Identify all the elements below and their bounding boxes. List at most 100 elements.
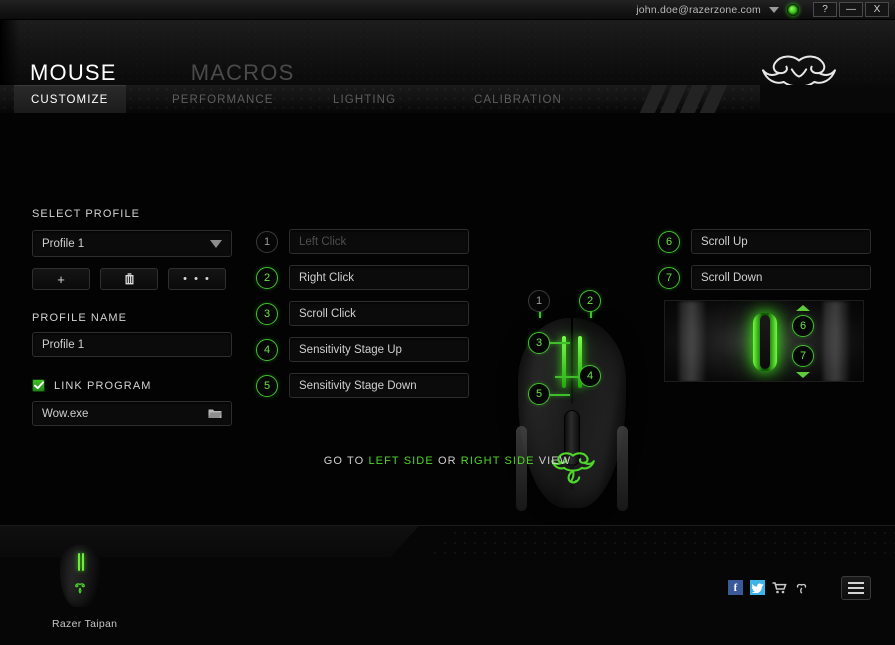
goto-view-line: GO TO LEFT SIDE OR RIGHT SIDE VIEW (0, 455, 895, 467)
assignment-sensitivity-down[interactable]: Sensitivity Stage Down (289, 373, 469, 398)
razer-star-icon[interactable] (794, 580, 809, 595)
profile-name-label: PROFILE NAME (32, 312, 128, 324)
diagram-badge-4[interactable]: 4 (579, 365, 601, 387)
main-content: SELECT PROFILE Profile 1 + • • • PROFILE… (0, 113, 895, 525)
chevron-down-icon[interactable] (769, 6, 779, 13)
device-thumbnail[interactable] (60, 545, 100, 607)
delete-profile-button[interactable] (100, 268, 158, 290)
minimize-button[interactable]: — (839, 2, 863, 17)
account-email: john.doe@razerzone.com (636, 3, 761, 16)
menu-line (848, 587, 864, 589)
diagram-badge-1[interactable]: 1 (528, 290, 550, 312)
linked-program-value: Wow.exe (42, 407, 89, 420)
profile-name-input[interactable]: Profile 1 (32, 332, 232, 357)
assignment-scroll-up[interactable]: Scroll Up (691, 229, 871, 254)
shopping-cart-glyph (772, 581, 787, 593)
right-side-view-link[interactable]: RIGHT SIDE (461, 455, 535, 467)
device-name-label: Razer Taipan (52, 618, 118, 630)
link-program-checkbox[interactable] (32, 379, 45, 392)
assignment-scroll-down[interactable]: Scroll Down (691, 265, 871, 290)
razer-logo-icon (75, 583, 85, 594)
main-tab-bar: MOUSE MACROS (30, 62, 294, 84)
goto-suffix: VIEW (538, 455, 572, 467)
mouse-button-split (571, 318, 573, 404)
tab-performance[interactable]: PERFORMANCE (172, 94, 274, 106)
chevron-down-icon (796, 372, 810, 378)
menu-line (848, 592, 864, 594)
menu-line (848, 582, 864, 584)
button-badge-2: 2 (256, 266, 278, 289)
photo-wheel-core (760, 315, 770, 369)
chevron-up-icon (796, 305, 810, 311)
assignment-row: 2 Right Click (256, 265, 469, 290)
assignment-row: 3 Scroll Click (256, 301, 469, 326)
razer-star-glyph (796, 583, 807, 593)
tab-lighting[interactable]: LIGHTING (333, 94, 396, 106)
tab-calibration[interactable]: CALIBRATION (474, 94, 562, 106)
link-program-label: LINK PROGRAM (54, 379, 152, 392)
assignment-row: 5 Sensitivity Stage Down (256, 373, 469, 398)
assignment-list-right: 6 Scroll Up 7 Scroll Down (658, 229, 871, 301)
thumb-led-right (82, 553, 84, 571)
diagram-badge-3[interactable]: 3 (528, 332, 550, 354)
cart-icon[interactable] (772, 580, 787, 595)
online-status-indicator (787, 3, 799, 16)
check-icon (33, 381, 44, 390)
assignment-right-click[interactable]: Right Click (289, 265, 469, 290)
photo-badge-6[interactable]: 6 (792, 315, 814, 337)
social-links: f (728, 580, 809, 595)
assignment-sensitivity-up[interactable]: Sensitivity Stage Up (289, 337, 469, 362)
assignment-row: 6 Scroll Up (658, 229, 871, 254)
trash-icon (125, 273, 133, 285)
folder-icon[interactable] (208, 408, 222, 419)
scroll-wheel-photo: 6 7 (664, 300, 864, 382)
selected-profile-value: Profile 1 (42, 237, 85, 250)
header-shadow (0, 20, 20, 85)
more-options-button[interactable]: • • • (168, 268, 226, 290)
leader-line-3 (548, 342, 570, 344)
diagram-badge-5[interactable]: 5 (528, 383, 550, 405)
assignment-row: 4 Sensitivity Stage Up (256, 337, 469, 362)
button-badge-3: 3 (256, 302, 278, 325)
button-badge-6: 6 (658, 230, 680, 253)
chevron-down-icon (210, 239, 222, 248)
app-header: MOUSE MACROS (0, 20, 895, 114)
linked-program-input[interactable]: Wow.exe (32, 401, 232, 426)
title-bar: john.doe@razerzone.com ? — X (0, 0, 895, 20)
assignment-scroll-click[interactable]: Scroll Click (289, 301, 469, 326)
sub-tab-bar: CUSTOMIZE PERFORMANCE LIGHTING CALIBRATI… (0, 85, 895, 113)
twitter-bird-glyph (751, 583, 763, 593)
profile-select-dropdown[interactable]: Profile 1 (32, 230, 232, 257)
razer-logo-icon (551, 452, 595, 484)
close-button[interactable]: X (865, 2, 889, 17)
button-badge-1: 1 (256, 230, 278, 253)
mouse-side-right (617, 426, 628, 511)
assignment-list-left: 1 Left Click 2 Right Click 3 Scroll Clic… (256, 229, 469, 409)
add-profile-button[interactable]: + (32, 268, 90, 290)
tab-macros[interactable]: MACROS (191, 62, 295, 84)
profile-panel: SELECT PROFILE Profile 1 + • • • PROFILE… (32, 208, 232, 426)
mouse-side-left (516, 426, 527, 511)
help-button[interactable]: ? (813, 2, 837, 17)
leader-line-4 (555, 376, 579, 378)
footer-texture (425, 528, 895, 556)
assignment-row: 7 Scroll Down (658, 265, 871, 290)
select-profile-label: SELECT PROFILE (32, 208, 141, 220)
twitter-icon[interactable] (750, 580, 765, 595)
tab-mouse[interactable]: MOUSE (30, 62, 117, 84)
facebook-icon[interactable]: f (728, 580, 743, 595)
window-controls: ? — X (813, 2, 889, 17)
decorative-slashes (640, 85, 760, 113)
hamburger-menu-icon[interactable] (841, 576, 871, 600)
link-program-row[interactable]: LINK PROGRAM (32, 379, 232, 392)
tab-customize[interactable]: CUSTOMIZE (31, 94, 108, 106)
button-badge-7: 7 (658, 266, 680, 289)
leader-line-5 (550, 394, 570, 396)
goto-prefix: GO TO (323, 455, 365, 467)
diagram-badge-2[interactable]: 2 (579, 290, 601, 312)
profile-name-value: Profile 1 (42, 338, 85, 351)
photo-badge-7[interactable]: 7 (792, 345, 814, 367)
left-side-view-link[interactable]: LEFT SIDE (368, 455, 433, 467)
profile-actions: + • • • (32, 268, 232, 290)
assignment-left-click[interactable]: Left Click (289, 229, 469, 254)
